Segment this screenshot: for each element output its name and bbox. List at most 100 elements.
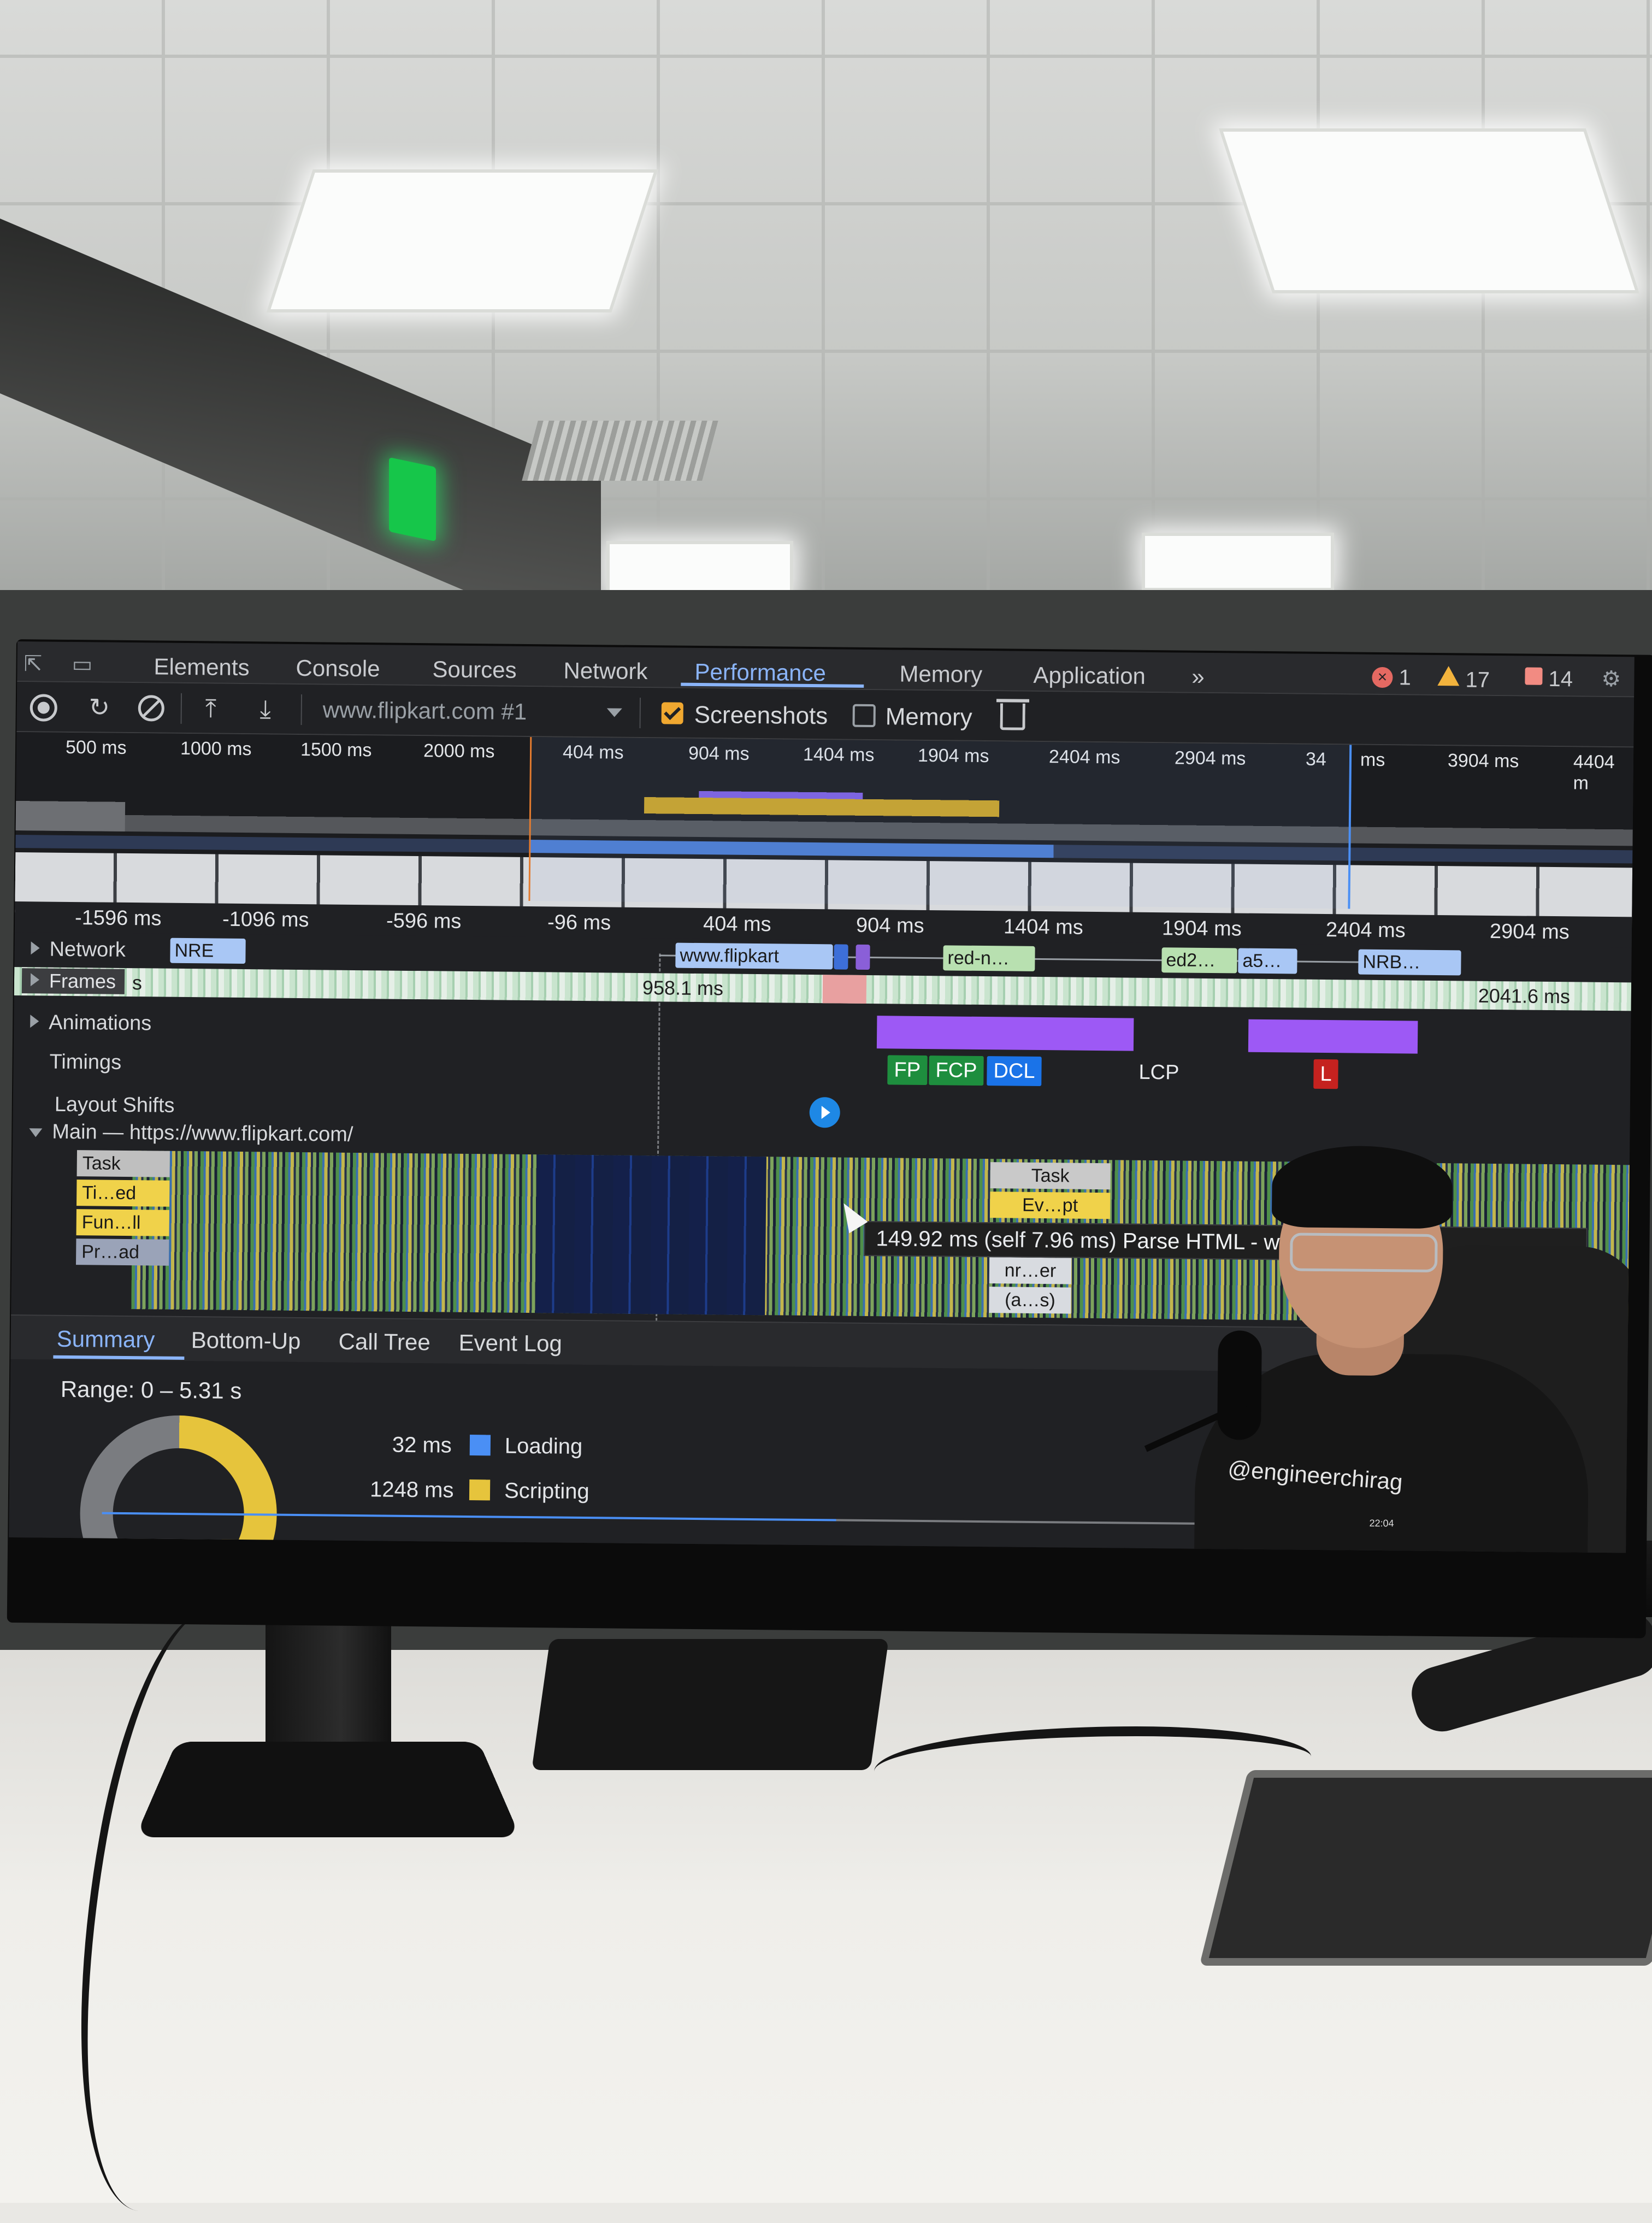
network-request[interactable]: NRB… xyxy=(1358,949,1461,976)
network-request[interactable]: www.flipkart xyxy=(675,942,833,970)
tab-call-tree[interactable]: Call Tree xyxy=(338,1329,430,1356)
network-request[interactable]: a5… xyxy=(1238,948,1297,974)
ceiling-light xyxy=(1218,128,1640,293)
flame-entry-function[interactable]: Fun…ll xyxy=(76,1209,169,1236)
settings-gear-icon[interactable]: ⚙ xyxy=(1601,667,1621,692)
record-button[interactable] xyxy=(30,694,58,722)
upload-profile-icon[interactable]: ⤒ xyxy=(197,694,225,722)
network-request[interactable]: ed2… xyxy=(1161,947,1237,974)
network-request[interactable]: NRE xyxy=(170,937,246,964)
issue-count-value: 14 xyxy=(1548,667,1573,692)
desk-tray xyxy=(1199,1770,1652,1966)
error-count[interactable]: × 1 xyxy=(1372,665,1411,691)
tab-sources[interactable]: Sources xyxy=(432,656,517,683)
active-tab-indicator xyxy=(53,1355,185,1360)
error-icon: × xyxy=(1372,667,1393,688)
microphone-icon xyxy=(1217,1330,1262,1440)
tab-elements[interactable]: Elements xyxy=(154,653,250,681)
error-count-value: 1 xyxy=(1399,665,1412,690)
main-track-title: Main — https://www.flipkart.com/ xyxy=(52,1120,353,1146)
layout-shift-marker[interactable] xyxy=(809,1096,841,1128)
power-adapter xyxy=(532,1639,889,1770)
exit-sign xyxy=(389,457,436,542)
scripting-time: 1248 ms xyxy=(369,1477,454,1502)
flame-entry-parse[interactable]: Pr…ad xyxy=(76,1239,169,1266)
animation-bar[interactable] xyxy=(876,1016,1134,1051)
more-tabs-icon[interactable]: » xyxy=(1191,664,1205,690)
tab-performance[interactable]: Performance xyxy=(694,659,826,686)
tab-summary[interactable]: Summary xyxy=(56,1326,155,1353)
animation-bar[interactable] xyxy=(1248,1019,1418,1054)
flame-entry-task[interactable]: Task xyxy=(76,1150,170,1177)
reload-record-icon[interactable]: ↻ xyxy=(86,693,113,721)
tab-event-log[interactable]: Event Log xyxy=(458,1330,562,1357)
glasses xyxy=(1290,1233,1438,1273)
warning-count[interactable]: 17 xyxy=(1437,665,1490,693)
dcl-marker[interactable]: DCL xyxy=(987,1056,1042,1087)
tab-application[interactable]: Application xyxy=(1033,662,1146,689)
flame-entry-task[interactable]: Task xyxy=(990,1162,1111,1190)
network-track-label[interactable]: Network xyxy=(31,937,126,962)
monitor-stand-base xyxy=(135,1742,521,1837)
timeline-overview[interactable]: 500 ms 1000 ms 1500 ms 2000 ms 404 ms 90… xyxy=(15,732,1634,928)
issue-count[interactable]: 14 xyxy=(1525,667,1573,692)
screenshots-checkbox[interactable] xyxy=(661,702,683,724)
frames-track-label[interactable]: Frames xyxy=(21,968,125,994)
animations-track-label[interactable]: Animations xyxy=(30,1011,151,1035)
flame-entry-event[interactable]: Ev…pt xyxy=(989,1192,1111,1219)
loading-time: 32 ms xyxy=(392,1432,452,1458)
lcp-marker[interactable]: LCP xyxy=(1138,1061,1179,1085)
overview-tick: 2000 ms xyxy=(423,740,495,762)
overview-tick: ms xyxy=(1360,749,1385,771)
network-request[interactable] xyxy=(834,944,848,970)
dropped-frame[interactable] xyxy=(822,975,867,1004)
ruler-tick: 904 ms xyxy=(856,913,924,937)
network-request[interactable]: red-n… xyxy=(943,945,1035,971)
chevron-down-icon[interactable] xyxy=(606,708,622,717)
overview-selection[interactable] xyxy=(528,737,1352,909)
tooltip-duration: 149.92 ms (self 7.96 ms) xyxy=(876,1227,1117,1253)
download-profile-icon[interactable]: ⤓ xyxy=(252,694,279,723)
ruler-tick: -596 ms xyxy=(386,909,462,933)
load-marker[interactable]: L xyxy=(1313,1059,1338,1089)
flame-entry-renderer[interactable]: nr…er xyxy=(989,1257,1072,1284)
expand-caret-icon xyxy=(31,941,40,955)
webcam-overlay: @engineerchirag 22:04 xyxy=(1144,1133,1635,1553)
network-request[interactable] xyxy=(856,944,870,970)
flame-entry-timer[interactable]: Ti…ed xyxy=(76,1180,170,1207)
toolbar-separator xyxy=(639,697,641,728)
clear-button[interactable] xyxy=(138,695,165,722)
devtools-screen: ⇱ ▭ Elements Console Sources Network Per… xyxy=(9,641,1635,1553)
toolbar-separator xyxy=(180,693,182,724)
scripting-swatch xyxy=(469,1479,491,1501)
expand-caret-icon xyxy=(30,1015,39,1028)
profile-select[interactable]: www.flipkart.com #1 xyxy=(323,697,527,725)
tab-network[interactable]: Network xyxy=(563,658,647,685)
frame-duration: 958.1 ms xyxy=(642,976,724,1000)
loading-label: Loading xyxy=(504,1434,583,1459)
air-vent xyxy=(522,421,718,481)
flame-entry-anonymous[interactable]: (a…s) xyxy=(989,1287,1071,1314)
fp-marker[interactable]: FP xyxy=(887,1055,928,1086)
collapse-caret-icon xyxy=(29,1128,43,1137)
tab-console[interactable]: Console xyxy=(296,655,380,682)
loading-swatch xyxy=(469,1435,491,1456)
summary-range: Range: 0 – 5.31 s xyxy=(60,1376,242,1404)
main-thread-idle-region xyxy=(535,1154,766,1316)
expand-caret-icon xyxy=(30,973,40,987)
tab-memory[interactable]: Memory xyxy=(899,661,982,688)
inspect-element-icon[interactable]: ⇱ xyxy=(23,651,42,676)
ruler-tick: 1904 ms xyxy=(1161,917,1242,941)
frames-suffix: s xyxy=(132,971,143,994)
tab-bottom-up[interactable]: Bottom-Up xyxy=(191,1327,300,1354)
ceiling-light xyxy=(606,541,793,597)
trash-icon[interactable] xyxy=(1000,703,1025,730)
ruler-tick: 1404 ms xyxy=(1003,915,1083,939)
warning-icon xyxy=(1437,665,1460,686)
main-track-label[interactable]: Main — https://www.flipkart.com/ xyxy=(29,1120,353,1147)
screenshots-label: Screenshots xyxy=(694,701,828,730)
device-toolbar-icon[interactable]: ▭ xyxy=(72,652,92,677)
memory-label: Memory xyxy=(885,703,972,731)
memory-checkbox[interactable] xyxy=(852,704,876,728)
fcp-marker[interactable]: FCP xyxy=(929,1056,984,1086)
